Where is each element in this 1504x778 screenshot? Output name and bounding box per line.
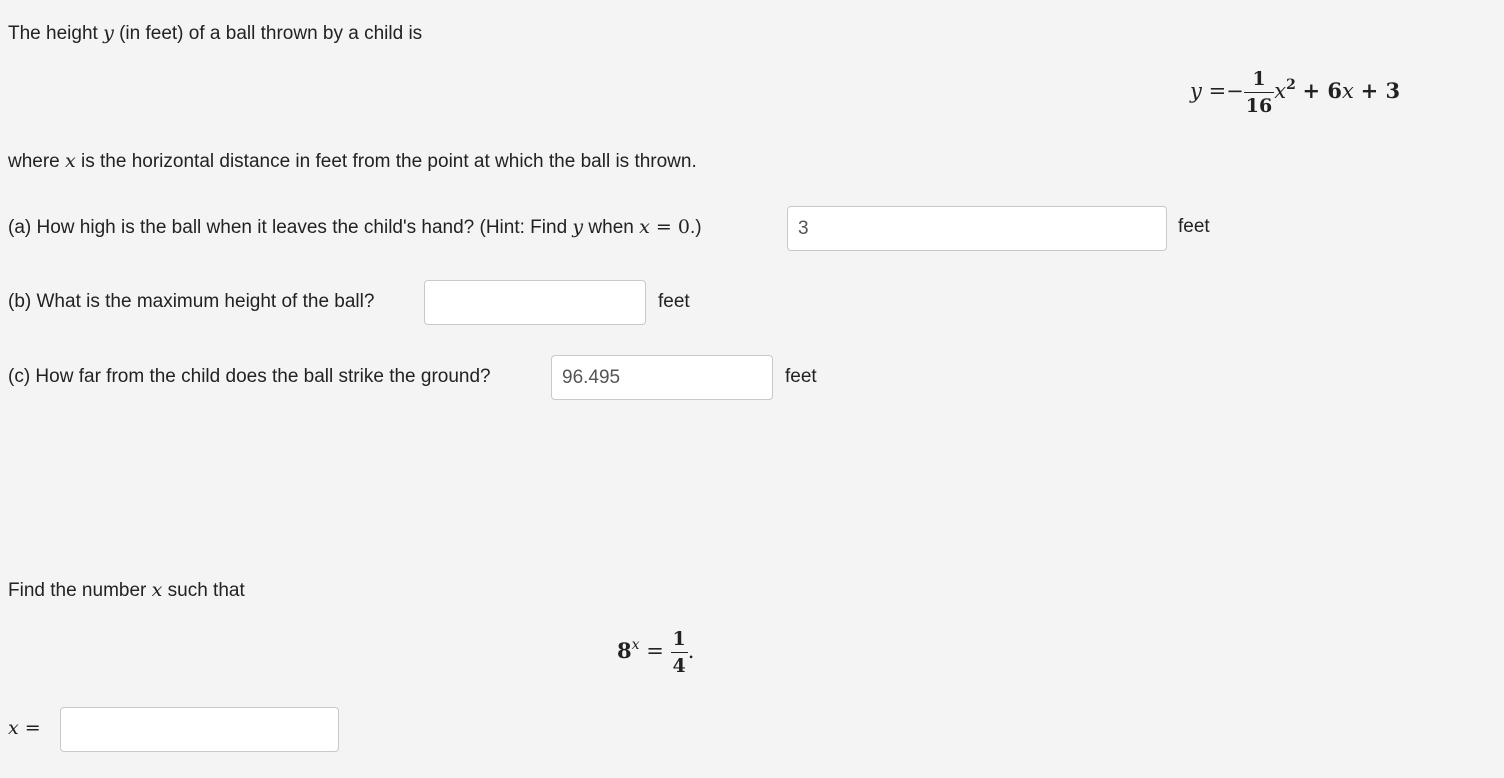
answer-label-equals: = [18,717,41,739]
problem1-where-text-a: where [8,151,66,172]
equation2-base: 8 [617,638,632,663]
problem2-intro: Find the number x such that [8,578,245,603]
equation-x-squared: x [1274,79,1287,103]
equation-x-linear: x [1342,79,1354,103]
fraction2-numerator: 1 [672,628,686,650]
equation2-fraction: 14 [670,628,688,677]
problem1-equation: y =− 1 16 x2 + 6x + 3 [1190,68,1400,117]
equation2-equals: = [646,639,664,663]
part-c-answer-input[interactable] [551,355,773,400]
problem1-intro-var: y [103,22,114,44]
problem1-intro-text-b: (in feet) of a ball thrown by a child is [113,23,423,44]
problem2-equation: 8x = 14. [617,628,694,677]
fraction-denominator: 16 [1243,92,1275,117]
part-a-answer-input[interactable] [787,206,1167,251]
problem2-answer-input[interactable] [60,707,339,752]
problem1-intro-text-a: The height [8,23,104,44]
equation-linear-term: + 6 [1302,78,1343,103]
problem2-intro-text-a: Find the number [8,580,152,601]
problem2-answer-label: x = [8,716,41,741]
problem1-where: where x is the horizontal distance in fe… [8,149,697,174]
problem2-intro-text-b: such that [162,580,245,601]
equation-lhs: y [1190,79,1202,103]
equation-equals: = [1208,79,1227,103]
fraction-numerator: 1 [1252,68,1266,90]
part-a-zero: 0 [677,216,690,238]
part-b-unit: feet [658,291,690,312]
problem1-intro: The height y (in feet) of a ball thrown … [8,21,422,46]
part-a-equals: = [649,216,678,238]
part-a-text-d: .) [689,217,702,238]
equation-fraction: 1 16 [1243,68,1275,117]
part-b-question: (b) What is the maximum height of the ba… [8,291,375,312]
part-a-text-b: when [583,217,640,238]
answer-label-var: x [8,717,19,739]
equation-exponent: 2 [1286,77,1296,93]
equation2-period: . [687,639,695,663]
equation2-exponent: x [631,637,640,653]
part-a-question: (a) How high is the ball when it leaves … [8,215,702,240]
part-a-var-x: x [639,216,650,238]
part-c-unit: feet [785,366,817,387]
part-b-answer-input[interactable] [424,280,646,325]
problem2-intro-var: x [151,579,163,601]
part-a-var-y: y [572,216,584,238]
equation-minus: − [1226,79,1244,103]
equation-constant: + 3 [1360,78,1401,103]
problem1-where-text-b: is the horizontal distance in feet from … [75,151,697,172]
problem1-where-var: x [65,150,76,172]
part-a-text-a: (a) How high is the ball when it leaves … [8,217,573,238]
fraction2-denominator: 4 [670,652,688,677]
part-a-unit: feet [1178,216,1210,237]
part-c-question: (c) How far from the child does the ball… [8,366,491,387]
